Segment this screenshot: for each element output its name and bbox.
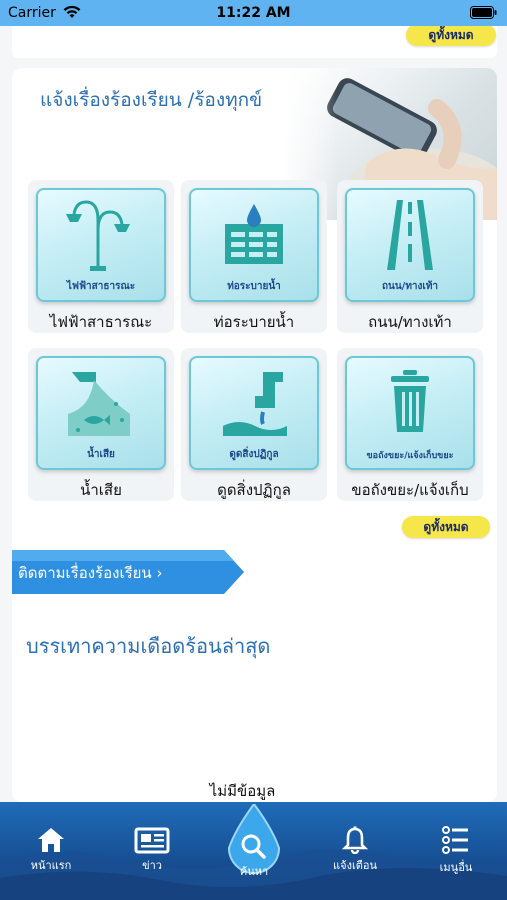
menu-list-icon xyxy=(442,826,468,854)
tile-label: ดูดสิ่งปฏิกูล xyxy=(217,481,291,499)
complaint-title: แจ้งเรื่องร้องเรียน /ร้องทุกข์ xyxy=(40,89,263,111)
tile-drainage[interactable]: ท่อระบายน้ำ ท่อระบายน้ำ xyxy=(181,180,327,333)
tab-more-label: เมนูอื่น xyxy=(439,861,473,874)
status-time: 11:22 AM xyxy=(216,5,291,21)
battery-icon xyxy=(470,6,497,19)
bell-icon xyxy=(341,826,369,854)
drain-icon xyxy=(225,204,283,264)
tab-news[interactable]: ข่าว xyxy=(112,826,192,886)
sewage-pipe-icon xyxy=(223,372,287,436)
road-icon xyxy=(387,200,433,270)
tile-caption: ดูดสิ่งปฏิกูล xyxy=(229,449,279,460)
status-bar: Carrier 11:22 AM xyxy=(0,0,507,26)
empty-state-text: ไม่มีข้อมูล xyxy=(209,782,276,800)
street-lamp-icon xyxy=(66,200,130,271)
tile-caption: ไฟฟ้าสาธารณะ xyxy=(66,281,136,292)
wastewater-icon xyxy=(68,372,130,436)
see-all-button-top[interactable]: ดูทั้งหมด xyxy=(406,26,496,46)
tab-home[interactable]: หน้าแรก xyxy=(11,826,91,886)
tab-news-label: ข่าว xyxy=(142,859,162,872)
chevron-right-icon: › xyxy=(156,564,163,582)
follow-complaint-banner[interactable]: ติดตามเรื่องร้องเรียน › xyxy=(12,550,244,594)
complaint-card: แจ้งเรื่องร้องเรียน /ร้องทุกข์ ไฟฟ้าสาธา… xyxy=(12,68,497,802)
tile-label: ไฟฟ้าสาธารณะ xyxy=(49,313,153,331)
tab-more-menu[interactable]: เมนูอื่น xyxy=(416,826,496,886)
newspaper-icon xyxy=(134,827,170,854)
tile-caption: ถนน/ทางเท้า xyxy=(381,281,439,292)
tile-label: ถนน/ทางเท้า xyxy=(368,313,452,331)
latest-relief-title: บรรเทาความเดือดร้อนล่าสุด xyxy=(26,634,271,658)
tile-trash[interactable]: ขอถังขยะ/แจ้งเก็บขยะ ขอถังขยะ/แจ้งเก็บ xyxy=(337,348,483,501)
home-icon xyxy=(38,828,64,852)
follow-complaint-label: ติดตามเรื่องร้องเรียน xyxy=(18,564,152,582)
tab-search-label: ค้นหา xyxy=(239,865,269,878)
tile-label: ท่อระบายน้ำ xyxy=(213,313,295,331)
bottom-tab-bar: หน้าแรก ข่าว ค้นหา แจ้งเตือน เมนูอื่น xyxy=(0,802,507,900)
tile-road[interactable]: ถนน/ทางเท้า ถนน/ทางเท้า xyxy=(337,180,483,333)
tile-label: ขอถังขยะ/แจ้งเก็บ xyxy=(351,481,469,499)
see-all-button[interactable]: ดูทั้งหมด xyxy=(402,516,490,538)
tile-caption: น้ำเสีย xyxy=(87,449,115,460)
tile-caption: ขอถังขยะ/แจ้งเก็บขยะ xyxy=(366,451,454,461)
trash-bin-icon xyxy=(391,370,429,432)
tab-home-label: หน้าแรก xyxy=(30,859,72,872)
tab-notifications-label: แจ้งเตือน xyxy=(333,859,377,872)
tab-notifications[interactable]: แจ้งเตือน xyxy=(315,826,395,886)
tile-caption: ท่อระบายน้ำ xyxy=(227,281,281,292)
tile-sewage[interactable]: ดูดสิ่งปฏิกูล ดูดสิ่งปฏิกูล xyxy=(181,348,327,501)
tile-label: น้ำเสีย xyxy=(80,481,122,499)
scroll-content[interactable]: ดูทั้งหมด แจ้งเรื่องร้องเรียน /ร้องทุกข์ xyxy=(0,26,507,802)
tile-wastewater[interactable]: น้ำเสีย น้ำเสีย xyxy=(28,348,174,501)
tile-street-light[interactable]: ไฟฟ้าสาธารณะ ไฟฟ้าสาธารณะ xyxy=(28,180,174,333)
